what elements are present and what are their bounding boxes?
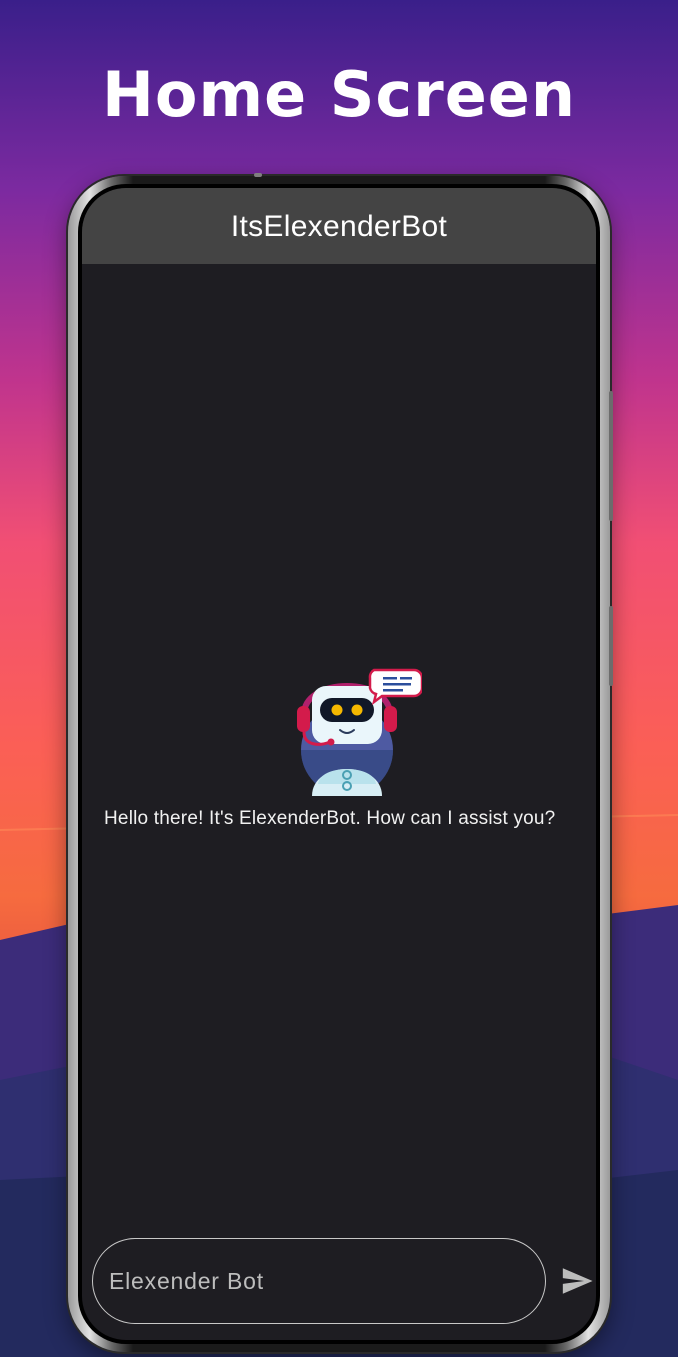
- page-heading: Home Screen: [102, 58, 576, 131]
- phone-frame: ItsElexenderBot Hello there! It's Elexen…: [68, 173, 613, 1352]
- app-title: ItsElexenderBot: [230, 210, 448, 243]
- app-bar: ItsElexenderBot: [82, 188, 596, 264]
- welcome-message: Hello there! It's ElexenderBot. How can …: [104, 808, 556, 829]
- robot-with-headset-icon: [297, 668, 422, 796]
- phone-side-button: [609, 606, 613, 686]
- message-input[interactable]: [92, 1238, 546, 1324]
- phone-side-button: [609, 391, 613, 521]
- send-icon[interactable]: [560, 1264, 594, 1298]
- app-screen: ItsElexenderBot Hello there! It's Elexen…: [82, 188, 596, 1340]
- phone-camera: [254, 173, 262, 177]
